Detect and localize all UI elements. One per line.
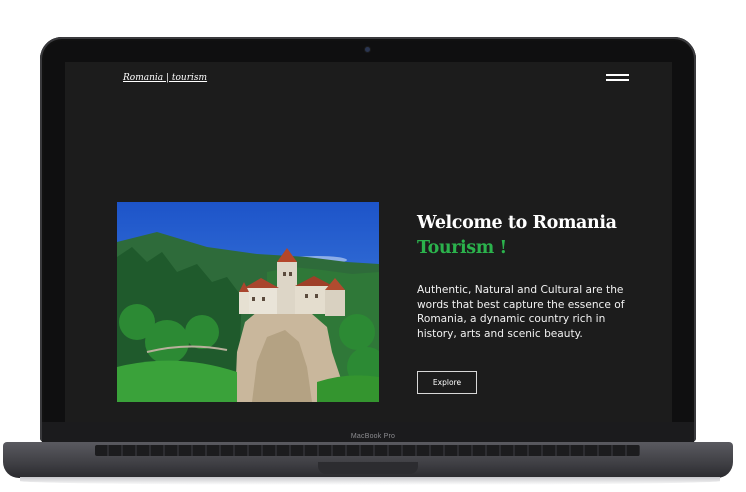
base-shadow <box>20 477 720 485</box>
hero-title-line1: Welcome to Romania <box>417 213 617 233</box>
hero-description: Authentic, Natural and Cultural are the … <box>417 284 625 340</box>
keyboard-edge <box>95 445 640 456</box>
camera-icon <box>365 47 370 52</box>
base-notch <box>318 462 418 474</box>
brand-logo-link[interactable]: Romania | tourism <box>123 73 207 83</box>
laptop-screen: Romania | tourism Welcome to Romania Tou… <box>65 62 672 422</box>
hero-title-line2: Tourism ! <box>417 238 507 258</box>
explore-button[interactable]: Explore <box>417 371 477 394</box>
hero-title: Welcome to Romania Tourism ! <box>417 211 667 261</box>
device-label: MacBook Pro <box>350 433 396 440</box>
hero-castle-image <box>117 202 379 402</box>
hamburger-menu-icon[interactable] <box>606 74 629 82</box>
